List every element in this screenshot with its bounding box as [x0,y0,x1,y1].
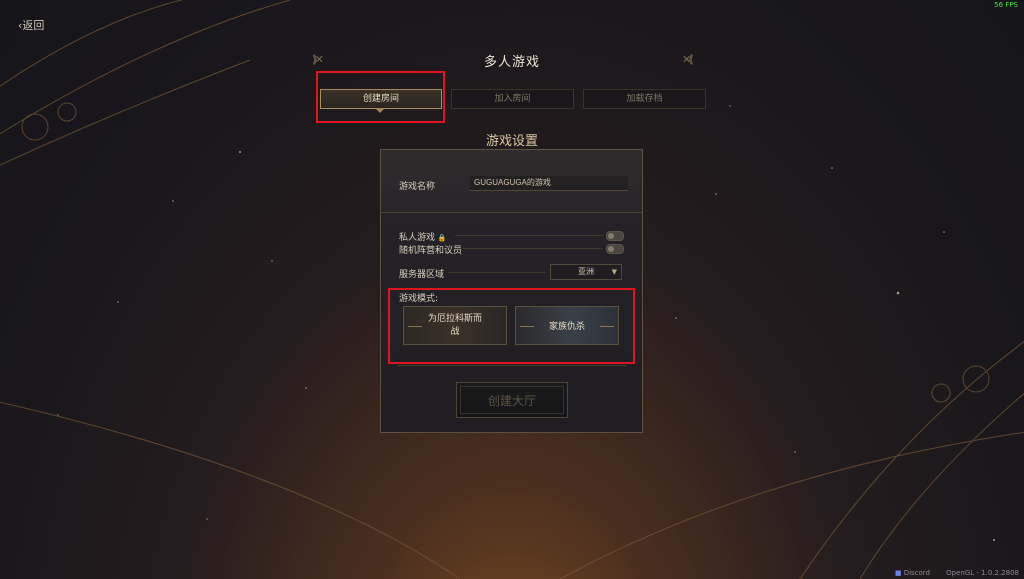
mode-fight-for-arrakis-button[interactable]: 为厄拉科斯而战 [403,306,507,345]
create-lobby-label: 创建大厅 [487,393,536,408]
lock-icon: 🔒 [437,234,447,242]
chevron-down-icon: ▼ [611,268,617,276]
divider-line [448,272,546,273]
server-region-select[interactable]: 亚洲 ▼ [550,264,622,280]
tab-load-save[interactable]: 加载存档 [583,89,706,109]
mode-bar-left [408,325,422,327]
private-game-label: 私人游戏 🔒 [399,233,447,243]
fps-counter: 56 FPS [994,1,1018,9]
mode-bar-right [600,325,614,327]
discord-icon: ■ [894,569,902,577]
server-region-label: 服务器区域 [399,270,445,280]
mode-house-feud-button[interactable]: 家族仇杀 [515,306,619,345]
mode-bar-left [520,325,534,327]
game-name-input[interactable] [470,176,628,191]
back-label: 返回 [22,19,45,32]
ornament-right-icon: ✕⟨⟨ [682,53,694,66]
section-title: 游戏设置 [485,134,538,149]
page-title: 多人游戏 [483,55,540,70]
divider-line [398,365,626,366]
create-lobby-button[interactable]: 创建大厅 [456,382,568,418]
tab-create-room[interactable]: 创建房间 [320,89,442,109]
divider-line [455,235,603,236]
private-game-toggle[interactable] [606,231,624,241]
tab-join-room[interactable]: 加入房间 [451,89,574,109]
game-mode-label: 游戏模式: [399,294,439,304]
game-name-label: 游戏名称 [399,182,436,192]
mode-label: 为厄拉科斯而战 [427,313,482,337]
back-button[interactable]: ‹返回 [18,17,44,33]
server-region-value: 亚洲 [578,267,594,276]
random-faction-toggle[interactable] [606,244,624,254]
random-faction-label: 随机阵营和议员 [399,246,463,256]
discord-link[interactable]: ■ Discord [895,569,930,577]
mode-label: 家族仇杀 [548,322,585,332]
active-tab-indicator [375,108,385,113]
divider-line [462,248,603,249]
version-label: OpenGL - 1.0.2.2808 [946,569,1019,577]
